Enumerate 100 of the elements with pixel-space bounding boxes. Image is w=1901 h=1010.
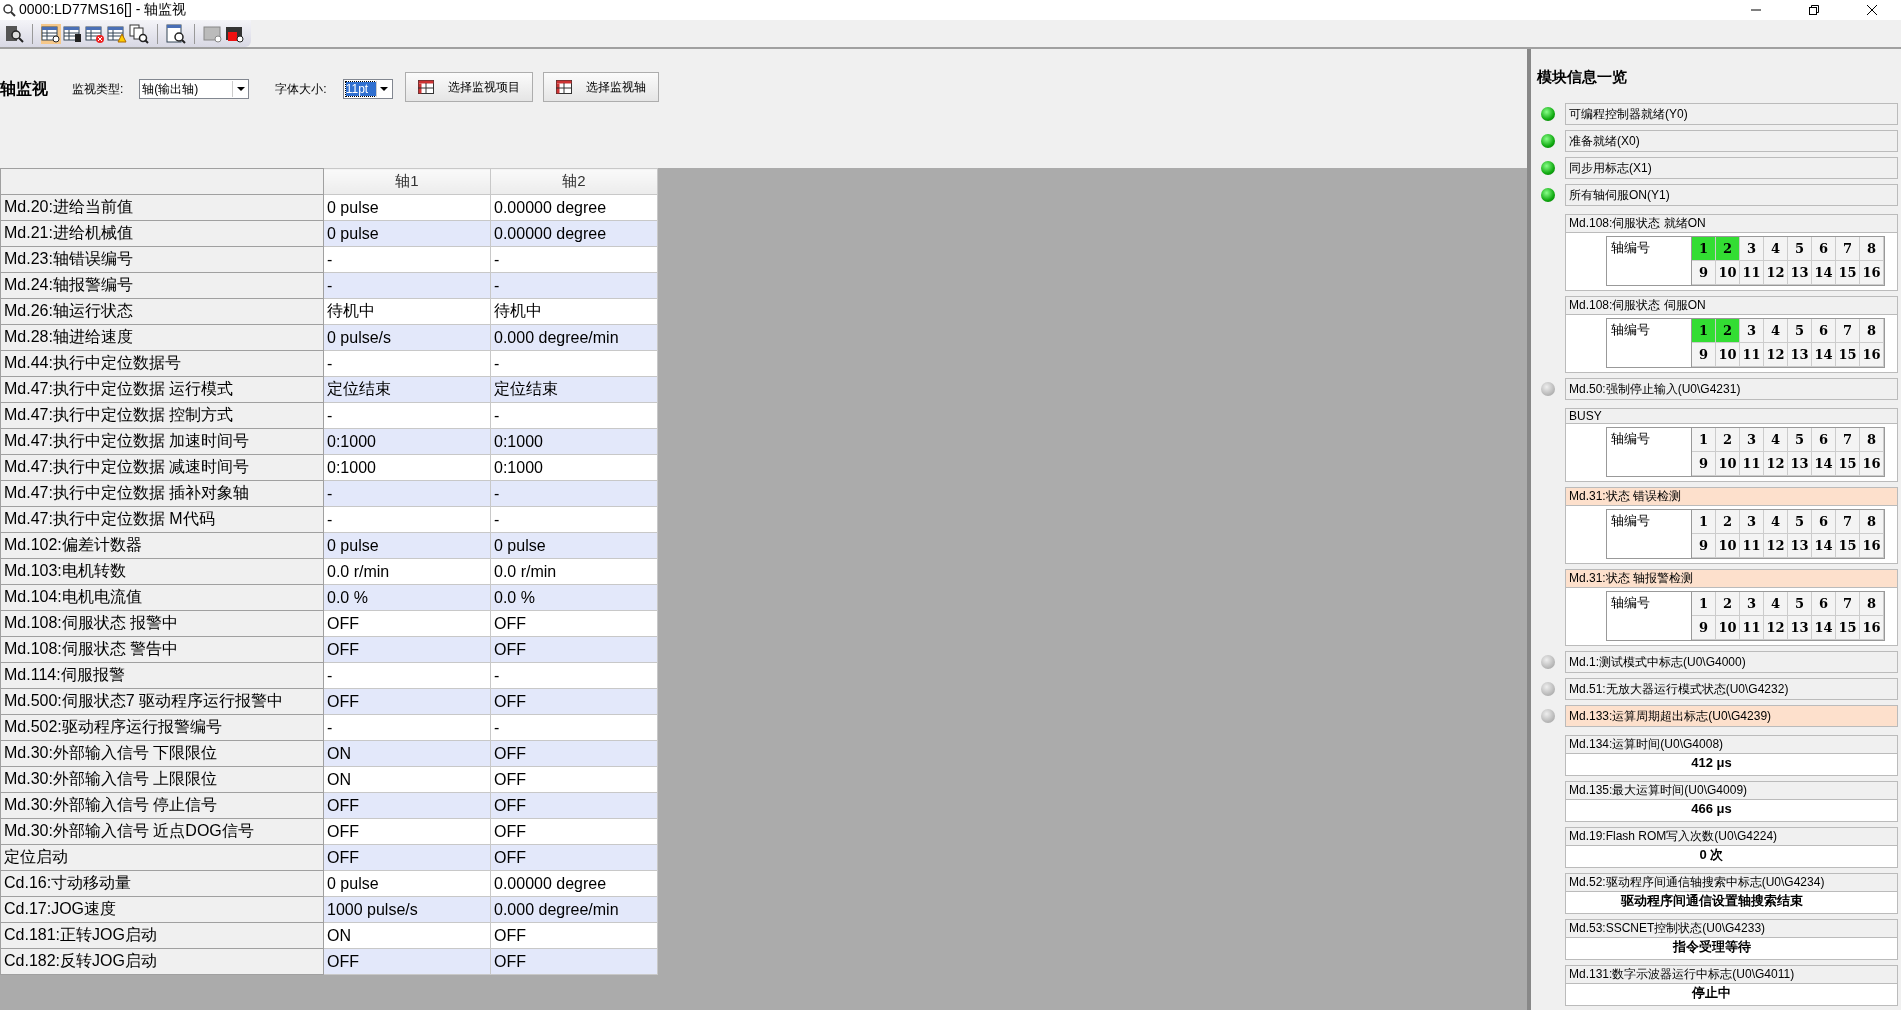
axis-cell: 14 bbox=[1812, 261, 1836, 285]
row-label: Md.104:电机电流值 bbox=[0, 584, 324, 611]
select-button[interactable]: 选择监视轴 bbox=[542, 72, 659, 102]
axis-cell: 2 bbox=[1716, 510, 1740, 534]
row-label: Md.47:执行中定位数据 加速时间号 bbox=[0, 428, 324, 455]
status-label: 同步用标志(X1) bbox=[1565, 157, 1898, 179]
axis-cell: 7 bbox=[1836, 319, 1860, 343]
axis-cell: 11 bbox=[1740, 452, 1764, 476]
row-label: Md.47:执行中定位数据 M代码 bbox=[0, 506, 324, 533]
axis-cell: 1 bbox=[1692, 319, 1716, 343]
table-icon[interactable] bbox=[63, 23, 83, 44]
row-label: Md.23:轴错误编号 bbox=[0, 246, 324, 273]
axis-cell: 8 bbox=[1860, 510, 1884, 534]
select-button[interactable]: 选择监视项目 bbox=[404, 72, 533, 102]
field-label: 字体大小: bbox=[275, 80, 327, 98]
row-label: Md.30:外部输入信号 近点DOG信号 bbox=[0, 818, 324, 845]
table-cell: - bbox=[323, 480, 491, 507]
row-label: Md.47:执行中定位数据 减速时间号 bbox=[0, 454, 324, 481]
axis-cell: 13 bbox=[1788, 616, 1812, 640]
axis-cell: 3 bbox=[1740, 428, 1764, 452]
axis-cell: 3 bbox=[1740, 319, 1764, 343]
table-cell: 0:1000 bbox=[490, 454, 658, 481]
panel-title: 轴监视 bbox=[0, 79, 48, 99]
axis-cell: 2 bbox=[1716, 428, 1740, 452]
axis-cell: 16 bbox=[1860, 343, 1884, 367]
axis-cell: 6 bbox=[1812, 510, 1836, 534]
table-search-icon[interactable] bbox=[41, 23, 61, 44]
axis-cell: 14 bbox=[1812, 534, 1836, 558]
table-cell: OFF bbox=[490, 792, 658, 819]
table-cell: 定位结束 bbox=[490, 376, 658, 403]
column-header: 轴1 bbox=[323, 168, 491, 195]
table-cell: OFF bbox=[323, 818, 491, 845]
table-cell: 0.0 r/min bbox=[490, 558, 658, 585]
axis-cell: 2 bbox=[1716, 319, 1740, 343]
table-cell: 0.000 degree/min bbox=[490, 324, 658, 351]
monitor-type-dropdown[interactable]: 轴(输出轴) bbox=[139, 79, 250, 99]
table-cell: OFF bbox=[323, 948, 491, 975]
axis-cell: 11 bbox=[1740, 343, 1764, 367]
table-cell: 待机中 bbox=[323, 298, 491, 325]
status-label: Md.108:伺服状态 伺服ON bbox=[1566, 297, 1897, 315]
status-label: Md.133:运算周期超出标志(U0\G4239) bbox=[1565, 705, 1898, 727]
table-cell: OFF bbox=[490, 922, 658, 949]
axis-cell: 7 bbox=[1836, 237, 1860, 261]
panel-title: 模块信息一览 bbox=[1537, 68, 1628, 87]
row-label: Md.114:伺服报警 bbox=[0, 662, 324, 689]
axis-cell: 15 bbox=[1836, 452, 1860, 476]
axis-cell: 5 bbox=[1788, 237, 1812, 261]
axis-cell: 2 bbox=[1716, 237, 1740, 261]
caret-icon bbox=[380, 87, 389, 91]
table-warning-icon[interactable] bbox=[107, 23, 127, 44]
row-label: Cd.16:寸动移动量 bbox=[0, 870, 324, 897]
magnifier-icon[interactable] bbox=[4, 23, 24, 44]
copy-search-icon[interactable] bbox=[129, 23, 149, 44]
status-value: 驱动程序间通信设置轴搜索结束 bbox=[1566, 892, 1897, 913]
axis-cell: 4 bbox=[1764, 237, 1788, 261]
status-value: 412 μs bbox=[1566, 754, 1897, 775]
axis-cell: 7 bbox=[1836, 510, 1860, 534]
maximize-icon bbox=[1809, 5, 1819, 15]
axis-cell: 13 bbox=[1788, 534, 1812, 558]
table-cell: 待机中 bbox=[490, 298, 658, 325]
table-cell: 0.0 r/min bbox=[323, 558, 491, 585]
table-cell: - bbox=[323, 662, 491, 689]
table-delete-icon[interactable] bbox=[85, 23, 105, 44]
window-search-icon[interactable] bbox=[166, 23, 186, 44]
table-cell: OFF bbox=[490, 688, 658, 715]
status-value: 0 次 bbox=[1566, 846, 1897, 867]
axis-cell: 10 bbox=[1716, 534, 1740, 558]
table-cell: - bbox=[323, 402, 491, 429]
table-cell: 0.00000 degree bbox=[490, 194, 658, 221]
axis-cell: 4 bbox=[1764, 510, 1788, 534]
axis-cell: 10 bbox=[1716, 616, 1740, 640]
axis-cell: 6 bbox=[1812, 319, 1836, 343]
table-cell: 0 pulse bbox=[323, 870, 491, 897]
row-label: 定位启动 bbox=[0, 844, 324, 871]
axis-cell: 13 bbox=[1788, 452, 1812, 476]
row-label: Md.47:执行中定位数据 插补对象轴 bbox=[0, 480, 324, 507]
font-size-dropdown[interactable]: 11pt bbox=[342, 79, 393, 99]
caret-icon bbox=[236, 87, 245, 91]
table-cell: 0 pulse/s bbox=[323, 324, 491, 351]
table-cell: OFF bbox=[490, 766, 658, 793]
table-cell: 0:1000 bbox=[323, 454, 491, 481]
table-cell: OFF bbox=[490, 740, 658, 767]
table-cell: - bbox=[490, 246, 658, 273]
row-label: Cd.17:JOG速度 bbox=[0, 896, 324, 923]
table-cell: - bbox=[323, 350, 491, 377]
axis-cell: 14 bbox=[1812, 452, 1836, 476]
axis-cell: 8 bbox=[1860, 428, 1884, 452]
status-label: Md.53:SSCNET控制状态(U0\G4233) bbox=[1566, 920, 1897, 938]
table-cell: 0:1000 bbox=[323, 428, 491, 455]
row-label: Md.102:偏差计数器 bbox=[0, 532, 324, 559]
grid-icon bbox=[417, 80, 434, 94]
table-cell: 0 pulse bbox=[323, 532, 491, 559]
row-label: Md.500:伺服状态7 驱动程序运行报警中 bbox=[0, 688, 324, 715]
table-cell: 1000 pulse/s bbox=[323, 896, 491, 923]
table-cell: 0:1000 bbox=[490, 428, 658, 455]
axis-cell: 1 bbox=[1692, 592, 1716, 616]
row-label: Md.30:外部输入信号 上限限位 bbox=[0, 766, 324, 793]
table-cell: 0.0 % bbox=[490, 584, 658, 611]
table-cell: ON bbox=[323, 922, 491, 949]
axis-cell: 1 bbox=[1692, 237, 1716, 261]
